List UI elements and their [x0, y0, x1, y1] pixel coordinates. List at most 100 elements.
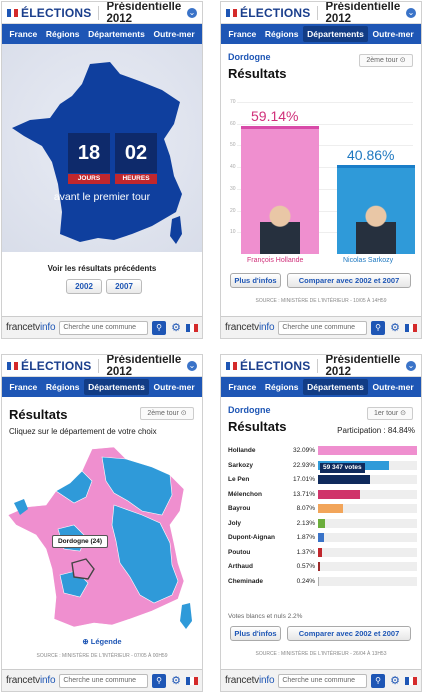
nav-item-outre-mer[interactable]: Outre-mer	[369, 26, 418, 42]
more-info-button[interactable]: Plus d'infos	[230, 273, 281, 288]
nav-item-outre-mer[interactable]: Outre-mer	[150, 26, 199, 42]
nav-item-france[interactable]: France	[5, 26, 41, 42]
candidate-name: Dupont-Aignan	[228, 534, 275, 541]
results-heading: Résultats	[9, 407, 68, 422]
french-flag-icon	[226, 8, 238, 17]
francetvinfo-logo[interactable]: francetvinfo	[225, 322, 275, 333]
candidate-percentage: 0.24%	[296, 577, 315, 585]
year-2002-button[interactable]: 2002	[66, 279, 102, 294]
chevron-down-icon[interactable]: ⌄	[406, 360, 416, 371]
tour-toggle-button[interactable]: 1er tour ⊙	[367, 407, 413, 420]
candidate-row[interactable]: Poutou 1.37%	[228, 547, 417, 558]
candidate-row[interactable]: Bayrou 8.07%	[228, 503, 417, 514]
nav-item-regions[interactable]: Régions	[261, 379, 303, 395]
footer-bar: francetvinfo Cherche une commune ⚲ ⚙	[2, 316, 202, 338]
candidate-bar	[318, 547, 323, 557]
search-icon[interactable]: ⚲	[371, 673, 385, 688]
nav-item-departements[interactable]: Départements	[84, 379, 149, 395]
source-text: SOURCE : MINISTÈRE DE L'INTÉRIEUR - 26/0…	[255, 651, 387, 657]
app-title: Présidentielle 2012	[106, 354, 182, 378]
chevron-down-icon[interactable]: ⌄	[406, 7, 416, 18]
candidate-row[interactable]: Dupont-Aignan 1.87%	[228, 532, 417, 543]
search-icon[interactable]: ⚲	[371, 320, 385, 335]
candidate-row[interactable]: Arthaud 0.57%	[228, 561, 417, 572]
year-2007-button[interactable]: 2007	[106, 279, 142, 294]
nav-item-regions[interactable]: Régions	[42, 379, 84, 395]
flag-icon[interactable]	[186, 323, 198, 332]
source-text: SOURCE : MINISTÈRE DE L'INTÉRIEUR - 10/0…	[255, 298, 387, 304]
candidate-name: Mélenchon	[228, 490, 262, 498]
candidate-name: Poutou	[228, 548, 251, 556]
gridline	[237, 123, 413, 125]
app-title: Présidentielle 2012	[325, 1, 401, 25]
legend-toggle[interactable]: ⊕ Légende	[2, 637, 202, 646]
commune-search-input[interactable]: Cherche une commune	[59, 320, 148, 335]
commune-search-input[interactable]: Cherche une commune	[278, 320, 367, 335]
candidate-name: Cheminade	[228, 577, 264, 585]
commune-search-input[interactable]: Cherche une commune	[278, 673, 367, 688]
gear-icon[interactable]: ⚙	[170, 675, 182, 687]
flag-icon[interactable]	[186, 676, 198, 685]
gear-icon[interactable]: ⚙	[389, 322, 401, 334]
search-icon[interactable]: ⚲	[152, 320, 166, 335]
francetvinfo-logo[interactable]: francetvinfo	[6, 322, 56, 333]
nav-item-departements[interactable]: Départements	[303, 26, 368, 42]
candidate-name: Hollande	[228, 447, 256, 454]
y-tick-label: 30	[230, 185, 236, 192]
app-brand: ÉLECTIONS	[21, 5, 92, 20]
search-icon[interactable]: ⚲	[152, 673, 166, 688]
app-brand: ÉLECTIONS	[240, 5, 311, 20]
candidate-row[interactable]: Joly 2.13%	[228, 518, 417, 529]
nav-item-regions[interactable]: Régions	[42, 26, 84, 42]
nav-item-france[interactable]: France	[224, 379, 260, 395]
candidate-bar	[318, 533, 324, 542]
hours-label: HEURES	[115, 174, 157, 184]
nav-item-departements[interactable]: Départements	[84, 26, 149, 42]
department-name: Dordogne	[228, 52, 271, 62]
more-info-button[interactable]: Plus d'infos	[230, 626, 281, 641]
compare-button[interactable]: Comparer avec 2002 et 2007	[287, 273, 411, 288]
francetvinfo-logo[interactable]: francetvinfo	[6, 675, 56, 686]
candidate-percentage: 0.57%	[296, 563, 315, 570]
nav-bar: France Régions Départements Outre-mer	[2, 377, 202, 397]
compare-button[interactable]: Comparer avec 2002 et 2007	[287, 626, 411, 641]
candidate-bar	[318, 576, 319, 586]
y-tick-label: 50	[230, 142, 236, 149]
y-tick-label: 70	[230, 99, 236, 105]
nav-bar: France Régions Départements Outre-mer	[221, 377, 421, 397]
nav-bar: France Régions Départements Outre-mer	[2, 24, 202, 44]
bar-track	[318, 562, 417, 571]
nav-item-outre-mer[interactable]: Outre-mer	[150, 379, 199, 395]
candidate-row[interactable]: Hollande 32.09%	[228, 445, 417, 456]
results-heading: Résultats	[228, 66, 287, 81]
app-header: ÉLECTIONS Présidentielle 2012 ⌄	[221, 1, 421, 25]
candidate-name: Arthaud	[228, 563, 253, 570]
candidate-row[interactable]: Cheminade 0.24%	[228, 576, 417, 587]
commune-search-input[interactable]: Cherche une commune	[59, 673, 148, 688]
french-flag-icon	[226, 361, 238, 370]
app-title: Présidentielle 2012	[325, 354, 401, 378]
nav-item-france[interactable]: France	[224, 26, 260, 42]
candidate-row[interactable]: Mélenchon 13.71%	[228, 489, 417, 500]
chevron-down-icon[interactable]: ⌄	[187, 7, 197, 18]
candidate-row[interactable]: Le Pen 17.01%	[228, 474, 417, 485]
gear-icon[interactable]: ⚙	[170, 322, 182, 334]
nav-item-outre-mer[interactable]: Outre-mer	[369, 379, 418, 395]
bar-track	[318, 489, 417, 499]
bar-track	[318, 547, 417, 557]
candidate-name: Sarkozy	[228, 461, 253, 469]
bar-track	[318, 504, 417, 513]
nav-item-france[interactable]: France	[5, 379, 41, 395]
nav-item-departements[interactable]: Départements	[303, 379, 368, 395]
chevron-down-icon[interactable]: ⌄	[187, 360, 197, 371]
flag-icon[interactable]	[405, 676, 417, 685]
flag-icon[interactable]	[405, 323, 417, 332]
y-tick-label: 40	[230, 164, 236, 171]
francetvinfo-logo[interactable]: francetvinfo	[225, 675, 275, 686]
instruction-text: Cliquez sur le département de votre choi…	[9, 427, 157, 436]
nav-item-regions[interactable]: Régions	[261, 26, 303, 42]
tour-toggle-button[interactable]: 2ème tour ⊙	[140, 407, 194, 420]
tour-toggle-button[interactable]: 2ème tour ⊙	[359, 54, 413, 67]
gear-icon[interactable]: ⚙	[389, 675, 401, 687]
department-map-panel: ÉLECTIONS Présidentielle 2012 ⌄ France R…	[1, 354, 203, 692]
